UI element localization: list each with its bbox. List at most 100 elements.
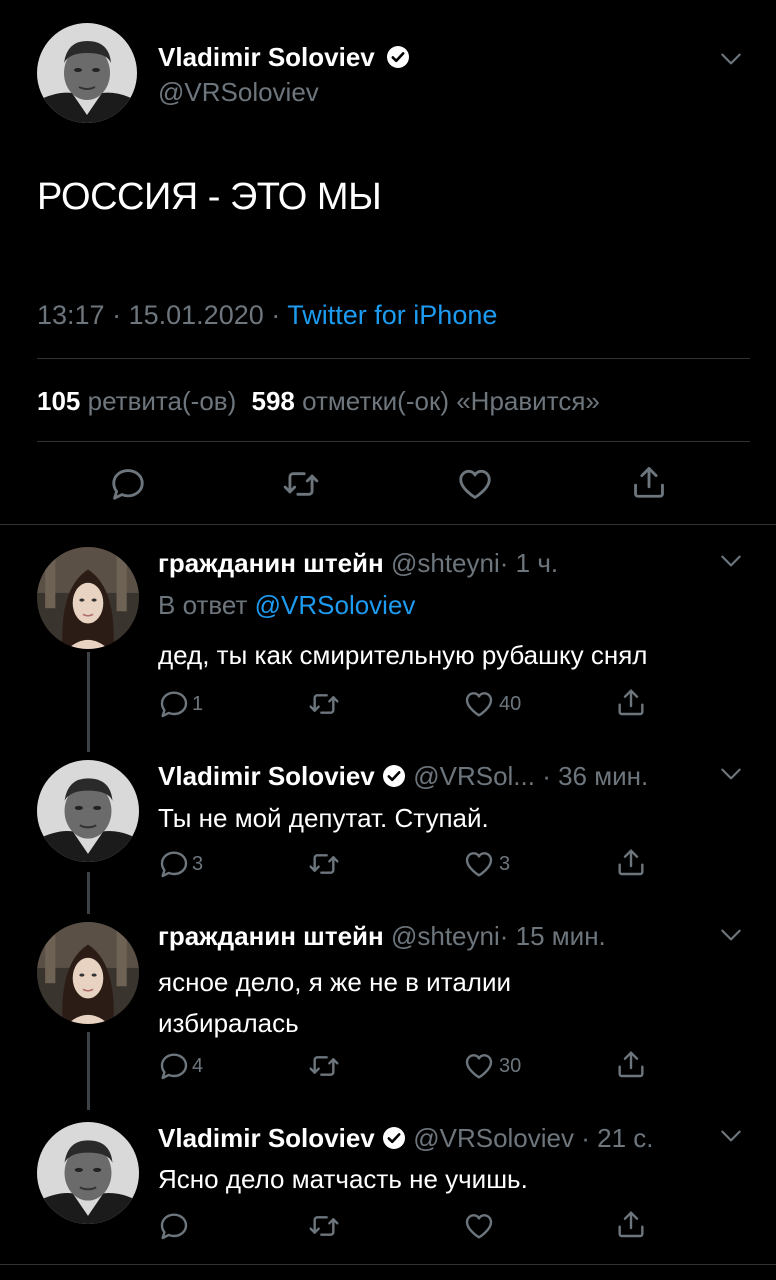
reply-count: 4 [192, 1054, 204, 1077]
reply-icon [158, 1210, 190, 1242]
retweet-button[interactable] [308, 1050, 340, 1082]
divider [0, 1264, 776, 1265]
avatar[interactable] [37, 1122, 139, 1224]
avatar[interactable] [37, 23, 137, 123]
reply-header: гражданин штейн @shteyni· 1 ч. [158, 548, 558, 579]
tweet-meta: 13:17 · 15.01.2020 · Twitter for iPhone [37, 300, 497, 331]
tweet-date: 15.01.2020 [128, 300, 264, 330]
like-count: 40 [499, 692, 522, 715]
reply-time: · 15 мин. [499, 921, 606, 951]
likes-count: 598 [251, 386, 295, 416]
reply-to-handle-link[interactable]: @VRSoloviev [255, 590, 416, 620]
tweet-stats: 105 ретвита(-ов) 598 отметки(-ок) «Нрави… [37, 386, 600, 417]
like-icon [463, 1210, 495, 1242]
retweets-stat[interactable]: 105 ретвита(-ов) [37, 386, 243, 416]
reply-text: Ясно дело матчасть не учишь. [158, 1164, 528, 1194]
reply-count: 1 [192, 692, 204, 715]
author-handle[interactable]: @VRSoloviev [413, 1123, 574, 1153]
author-name[interactable]: Vladimir Soloviev [158, 761, 375, 791]
retweet-icon [308, 688, 340, 720]
chevron-down-icon[interactable] [718, 761, 744, 787]
reply-time: · 1 ч. [499, 548, 559, 578]
reply-count: 3 [192, 852, 204, 875]
reply-text-line: избиралась [158, 1008, 299, 1038]
like-icon [456, 465, 494, 503]
tweet-source-link[interactable]: Twitter for iPhone [287, 300, 497, 330]
reply-time: · 21 с. [581, 1123, 654, 1153]
like-button[interactable] [456, 465, 494, 503]
share-button[interactable] [630, 463, 668, 501]
verified-badge-icon [382, 764, 406, 788]
chevron-down-icon[interactable] [718, 922, 744, 948]
retweets-label: ретвита(-ов) [87, 386, 237, 416]
author-handle[interactable]: @shteyni [391, 548, 500, 578]
retweets-count: 105 [37, 386, 81, 416]
author-name[interactable]: гражданин штейн [158, 921, 384, 951]
like-button[interactable] [463, 1210, 495, 1242]
divider [37, 358, 750, 359]
thread-line [87, 1032, 90, 1110]
reply-text: ясное дело, я же не в италии избиралась [158, 962, 511, 1044]
retweet-button[interactable] [282, 465, 320, 503]
share-button[interactable] [615, 1048, 647, 1080]
share-button[interactable] [615, 686, 647, 718]
author-handle[interactable]: @shteyni [391, 921, 500, 951]
reply-icon [158, 1050, 190, 1082]
reply-text: Ты не мой депутат. Ступай. [158, 803, 489, 833]
retweet-icon [282, 465, 320, 503]
author-handle[interactable]: @VRSol... [413, 761, 535, 791]
reply-text: дед, ты как смирительную рубашку снял [158, 640, 648, 670]
share-icon [615, 1048, 647, 1080]
verified-badge-icon [382, 1126, 406, 1150]
share-button[interactable] [615, 846, 647, 878]
retweet-icon [308, 1050, 340, 1082]
thread-line [87, 652, 90, 752]
retweet-button[interactable] [308, 1210, 340, 1242]
author-name[interactable]: гражданин штейн [158, 548, 384, 578]
verified-badge-icon [386, 45, 410, 69]
reply-to: В ответ @VRSoloviev [158, 590, 415, 621]
avatar[interactable] [37, 922, 139, 1024]
likes-stat[interactable]: 598 отметки(-ок) «Нравится» [251, 386, 599, 416]
like-button[interactable]: 40 [463, 688, 521, 720]
chevron-down-icon[interactable] [718, 46, 744, 72]
reply-header: Vladimir Soloviev @VRSoloviev · 21 с. [158, 1123, 654, 1154]
author-handle[interactable]: @VRSoloviev [158, 77, 319, 108]
avatar[interactable] [37, 760, 139, 862]
reply-text-line: ясное дело, я же не в италии [158, 967, 511, 997]
reply-header: гражданин штейн @shteyni· 15 мин. [158, 921, 606, 952]
divider [0, 524, 776, 525]
likes-label: отметки(-ок) «Нравится» [302, 386, 600, 416]
share-icon [615, 686, 647, 718]
like-button[interactable]: 3 [463, 848, 510, 880]
author-name[interactable]: Vladimir Soloviev [158, 1123, 375, 1153]
tweet-text: РОССИЯ - ЭТО МЫ [37, 176, 382, 218]
reply-button[interactable] [109, 465, 147, 503]
like-icon [463, 848, 495, 880]
tweet-time: 13:17 [37, 300, 105, 330]
like-count: 30 [499, 1054, 522, 1077]
reply-header: Vladimir Soloviev @VRSol... · 36 мин. [158, 761, 648, 792]
like-button[interactable]: 30 [463, 1050, 521, 1082]
retweet-icon [308, 848, 340, 880]
reply-button[interactable] [158, 1210, 190, 1242]
retweet-button[interactable] [308, 848, 340, 880]
share-icon [615, 1208, 647, 1240]
reply-icon [109, 465, 147, 503]
reply-button[interactable]: 4 [158, 1050, 203, 1082]
share-button[interactable] [615, 1208, 647, 1240]
avatar[interactable] [37, 547, 139, 649]
share-icon [615, 846, 647, 878]
thread-line [87, 872, 90, 914]
divider [37, 441, 750, 442]
reply-button[interactable]: 1 [158, 688, 203, 720]
chevron-down-icon[interactable] [718, 1123, 744, 1149]
reply-button[interactable]: 3 [158, 848, 203, 880]
like-count: 3 [499, 852, 511, 875]
chevron-down-icon[interactable] [718, 548, 744, 574]
author-name[interactable]: Vladimir Soloviev [158, 42, 410, 72]
retweet-button[interactable] [308, 688, 340, 720]
retweet-icon [308, 1210, 340, 1242]
reply-icon [158, 688, 190, 720]
meta-separator: · [112, 300, 122, 330]
